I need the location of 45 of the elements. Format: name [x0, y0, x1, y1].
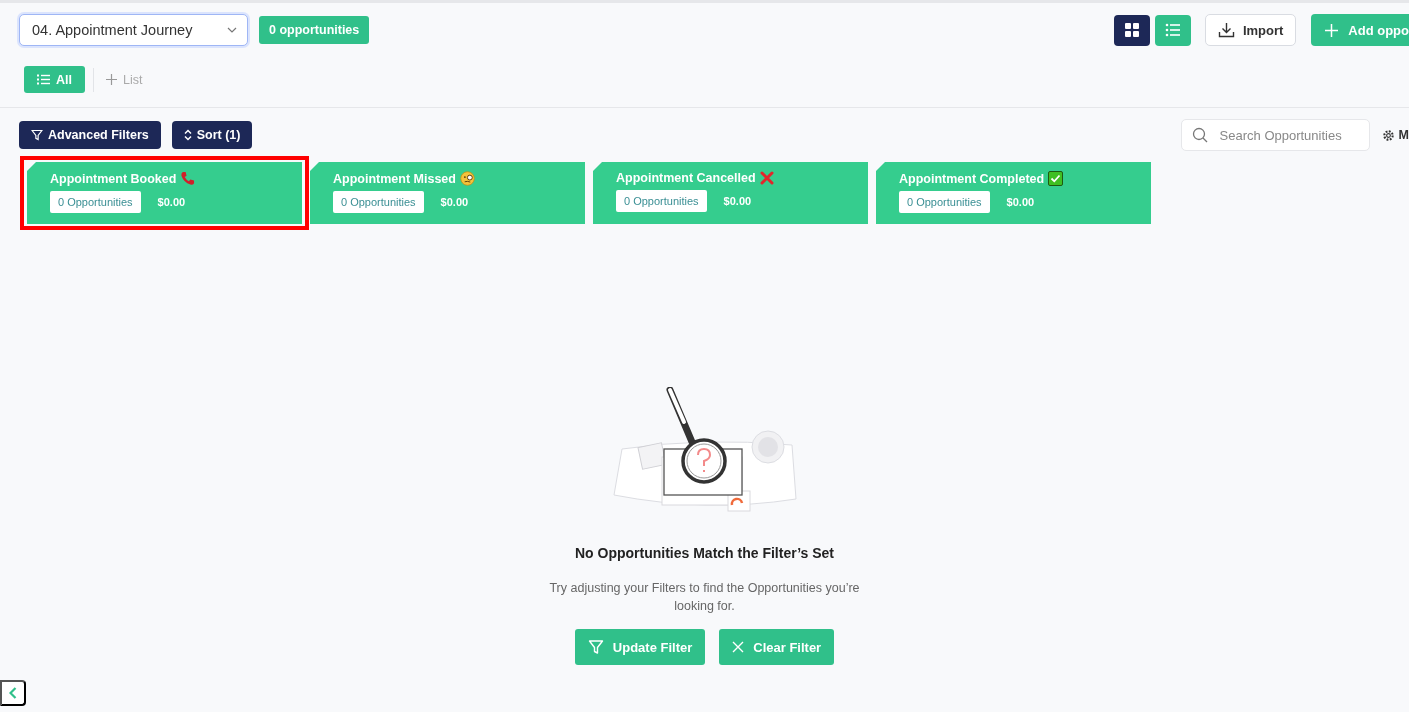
settings-icon[interactable] [1381, 128, 1395, 142]
manage-label[interactable]: M [1398, 128, 1409, 142]
chevron-down-icon [227, 27, 237, 33]
close-icon [732, 641, 745, 653]
download-icon [1217, 22, 1235, 38]
stage-amount: $0.00 [440, 196, 469, 208]
pipeline-select[interactable]: 04. Appointment Journey [19, 14, 248, 46]
stage-count-badge: 0 Opportunities [899, 191, 990, 213]
corner-notch [310, 162, 319, 171]
chevron-left-icon [9, 687, 17, 699]
view-toggle[interactable] [1113, 14, 1150, 46]
stage-amount: $0.00 [723, 195, 752, 207]
filter-icon [31, 129, 43, 141]
cross-icon [759, 171, 774, 185]
stage-count-badge: 0 Opportunities [333, 191, 424, 213]
checkbox-icon [1048, 171, 1064, 186]
stage-name: Appointment Cancelled [616, 171, 756, 185]
empty-state-message: Try adjusting your Filters to find the Opportunities you’re looking for. [548, 580, 861, 615]
search-field[interactable]: Search Opportunities [1180, 119, 1370, 151]
empty-state-title: No Opportunities Match the Filter’s Set [575, 545, 834, 561]
opportunity-count-badge: 0 opportunities [259, 16, 370, 44]
stage-name: Appointment Booked [50, 171, 177, 186]
view-toggle[interactable] [1154, 14, 1191, 46]
collapse-sidebar-button[interactable] [0, 680, 26, 706]
stage-count-badge: 0 Opportunities [50, 191, 141, 213]
sort-button[interactable]: Sort (1) [171, 121, 253, 149]
grid-icon [1123, 22, 1140, 38]
stage-amount: $0.00 [157, 196, 186, 208]
stage-count-badge: 0 Opportunities [616, 190, 707, 212]
sort-icon [183, 129, 192, 141]
corner-notch [27, 162, 36, 171]
stage-name: Appointment Missed [333, 171, 456, 186]
import-button[interactable]: Import [1204, 14, 1297, 46]
corner-notch [593, 162, 602, 171]
list-icon [1164, 23, 1181, 37]
stage-amount: $0.00 [1006, 196, 1035, 208]
plus-icon [106, 74, 117, 85]
plus-icon [1325, 23, 1339, 37]
filter-icon [587, 639, 604, 655]
stage-name: Appointment Completed [899, 171, 1045, 186]
list-icon [37, 74, 50, 85]
monocle-face-icon [459, 171, 475, 186]
corner-notch [876, 162, 885, 171]
telephone-icon [180, 171, 196, 186]
advanced-filters-button[interactable]: Advanced Filters [19, 121, 161, 149]
